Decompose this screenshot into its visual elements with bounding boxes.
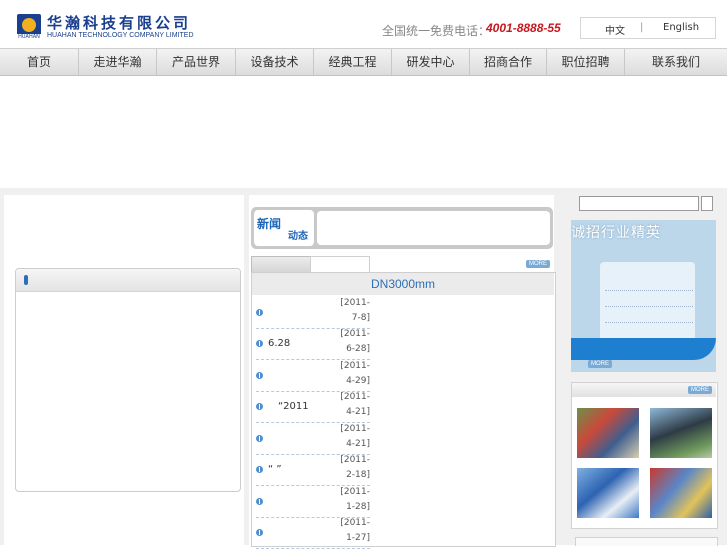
nav-item-projects[interactable]: 经典工程 <box>314 49 392 75</box>
nav-item-about[interactable]: 走进华瀚 <box>79 49 157 75</box>
photo-thumbnail[interactable] <box>650 408 712 458</box>
bullet-icon <box>256 435 263 442</box>
news-tab-company[interactable] <box>251 256 311 273</box>
nav-item-products[interactable]: 产品世界 <box>157 49 236 75</box>
news-item-date: [2011- <box>340 298 370 308</box>
news-item-title[interactable]: “2011 <box>278 401 309 412</box>
hotline-label: 全国统一免费电话： <box>382 24 491 38</box>
list-item[interactable]: “2011 [2011- 4-21] <box>256 391 370 423</box>
search-input[interactable] <box>579 196 699 211</box>
brand-name-en: HUAHAN TECHNOLOGY COMPANY LIMITED <box>47 32 194 39</box>
news-more-button[interactable]: MORE <box>526 260 550 268</box>
news-item-date-2: 1-27] <box>346 533 370 543</box>
list-item[interactable]: [2011- 4-21] <box>256 423 370 455</box>
news-logo-text-b: 动态 <box>288 231 308 242</box>
recruit-panel <box>600 262 695 344</box>
lang-separator: | <box>640 22 644 33</box>
left-panel <box>15 268 241 492</box>
divider <box>605 322 693 323</box>
search-button[interactable] <box>701 196 713 211</box>
news-ticker-box <box>317 211 550 245</box>
news-item-title[interactable]: “ ” <box>268 464 282 475</box>
bullet-icon <box>256 529 263 536</box>
divider <box>605 306 693 307</box>
left-panel-header <box>16 269 240 292</box>
list-item[interactable]: [2011- 7-8] <box>256 297 370 329</box>
news-item-date-2: 4-21] <box>346 407 370 417</box>
news-item-date: [2011- <box>340 455 370 465</box>
news-item-date: [2011- <box>340 361 370 371</box>
bullet-icon <box>256 309 263 316</box>
bullet-icon <box>256 372 263 379</box>
news-item-date-2: 6-28] <box>346 344 370 354</box>
recruit-more-button[interactable]: MORE <box>588 360 612 368</box>
list-item[interactable]: [2011- 1-27] <box>256 517 370 549</box>
news-item-date-2: 4-29] <box>346 376 370 386</box>
photo-more-button[interactable]: MORE <box>688 386 712 394</box>
list-item[interactable]: 6.28 [2011- 6-28] <box>256 328 370 360</box>
list-item[interactable]: [2011- 1-28] <box>256 486 370 518</box>
brand-name-cn: 华瀚科技有限公司 <box>47 14 192 32</box>
nav-item-contact[interactable]: 联系我们 <box>625 49 727 75</box>
list-item[interactable]: “ ” [2011- 2-18] <box>256 454 370 486</box>
photo-thumbnail[interactable] <box>577 408 639 458</box>
news-item-date: [2011- <box>340 392 370 402</box>
language-switcher: 中文 | English <box>580 17 716 39</box>
bullet-icon <box>256 498 263 505</box>
news-item-date: [2011- <box>340 487 370 497</box>
logo-sun-icon <box>22 18 36 32</box>
lang-chinese-link[interactable]: 中文 <box>605 22 625 37</box>
nav-item-home[interactable]: 首页 <box>0 49 79 75</box>
hotline-number: 4001-8888-55 <box>486 21 561 35</box>
lang-english-link[interactable]: English <box>663 22 699 33</box>
news-item-date-2: 2-18] <box>346 470 370 480</box>
news-item-date: [2011- <box>340 424 370 434</box>
pin-icon <box>24 275 28 285</box>
nav-item-careers[interactable]: 职位招聘 <box>547 49 625 75</box>
bullet-icon <box>256 466 263 473</box>
news-list-title[interactable]: DN3000mm <box>252 273 554 295</box>
photo-thumbnail[interactable] <box>577 468 639 518</box>
nav-item-research[interactable]: 研发中心 <box>392 49 470 75</box>
main-nav: 首页 走进华瀚 产品世界 设备技术 经典工程 研发中心 招商合作 职位招聘 联系… <box>0 48 727 76</box>
recruit-title: 诚招行业精英 <box>571 225 661 241</box>
news-tab-industry[interactable] <box>310 256 370 273</box>
news-item-date: [2011- <box>340 518 370 528</box>
nav-item-equipment[interactable]: 设备技术 <box>236 49 314 75</box>
list-item[interactable]: [2011- 4-29] <box>256 360 370 392</box>
bullet-icon <box>256 403 263 410</box>
news-logo: 新闻 动态 <box>254 210 314 246</box>
news-logo-text-a: 新闻 <box>257 217 282 231</box>
divider <box>605 290 693 291</box>
logo-tag: HUAHAN <box>17 34 41 40</box>
news-item-date-2: 7-8] <box>351 313 370 323</box>
news-item-date: [2011- <box>340 329 370 339</box>
bullet-icon <box>256 340 263 347</box>
recruit-wave-graphic <box>571 338 716 360</box>
news-item-date-2: 4-21] <box>346 439 370 449</box>
nav-item-partners[interactable]: 招商合作 <box>470 49 547 75</box>
photo-thumbnail[interactable] <box>650 468 712 518</box>
company-logo[interactable]: HUAHAN <box>17 14 41 40</box>
news-item-date-2: 1-28] <box>346 502 370 512</box>
news-item-title[interactable]: 6.28 <box>268 338 290 349</box>
